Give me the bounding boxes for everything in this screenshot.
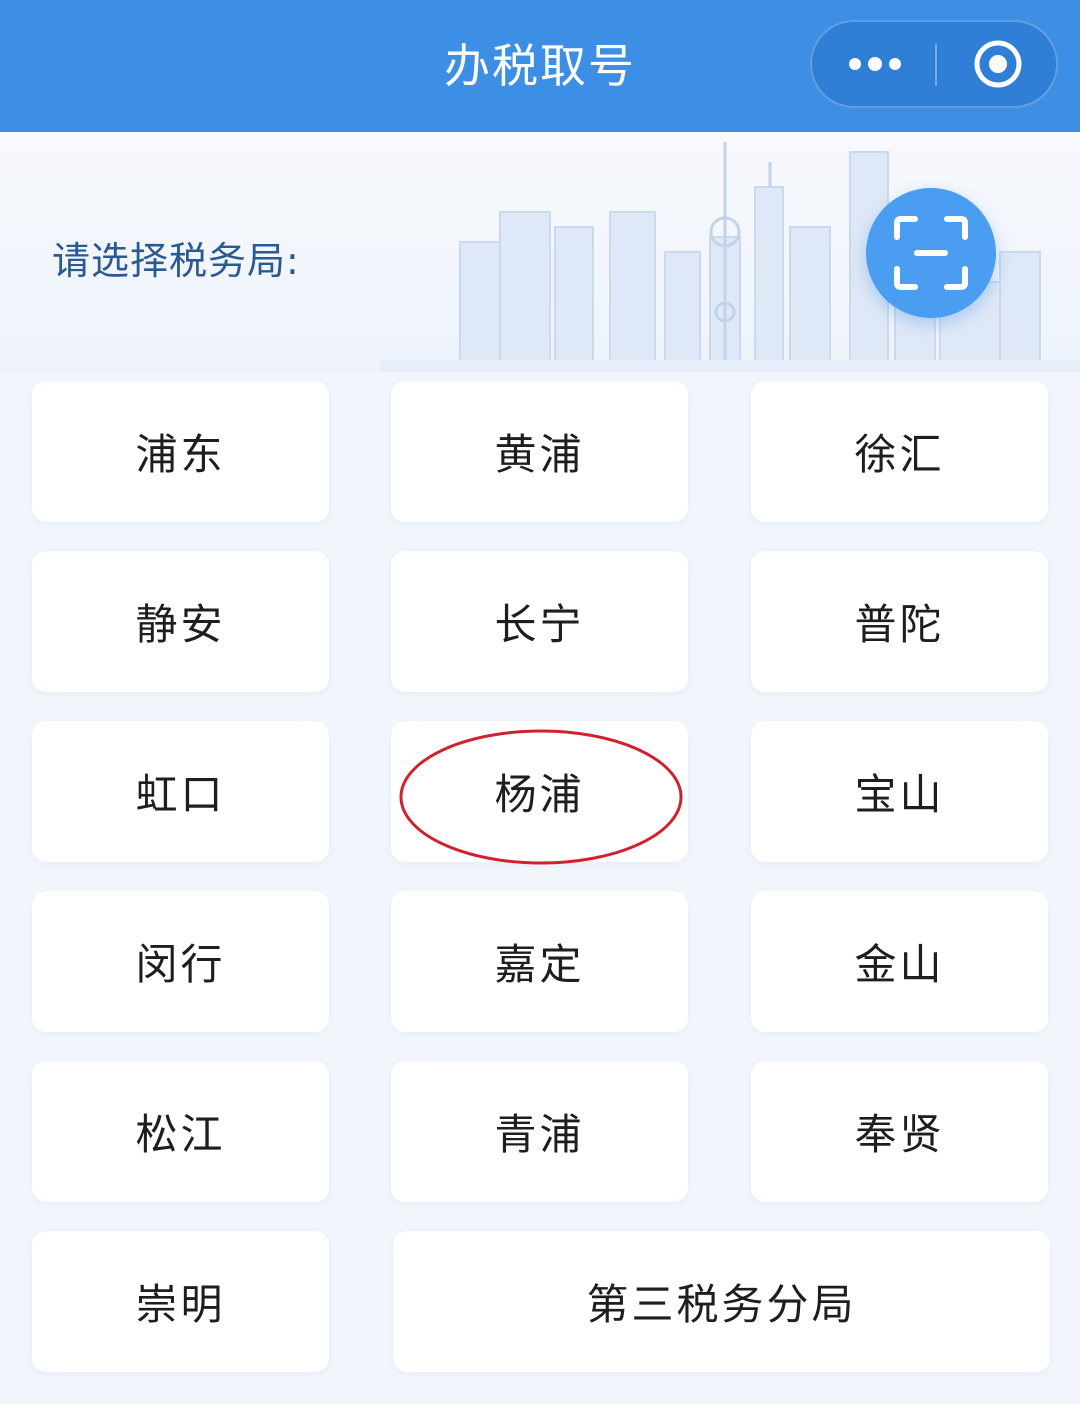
scan-icon — [894, 216, 968, 290]
office-button[interactable]: 第三税务分局 — [393, 1231, 1050, 1372]
office-button[interactable]: 普陀 — [751, 551, 1048, 692]
office-button[interactable]: 宝山 — [751, 721, 1048, 862]
office-button[interactable]: 静安 — [32, 551, 329, 692]
office-button[interactable]: 奉贤 — [751, 1061, 1048, 1202]
office-button[interactable]: 长宁 — [391, 551, 688, 692]
mini-program-capsule — [810, 20, 1058, 108]
office-button[interactable]: 崇明 — [32, 1231, 329, 1372]
close-button[interactable] — [936, 22, 1060, 106]
more-dots-icon — [849, 57, 901, 71]
office-button[interactable]: 虹口 — [32, 721, 329, 862]
office-button[interactable]: 浦东 — [32, 381, 329, 522]
target-circle-icon — [974, 40, 1022, 88]
office-button[interactable]: 嘉定 — [391, 891, 688, 1032]
scan-button[interactable] — [866, 188, 996, 318]
office-button[interactable]: 青浦 — [391, 1061, 688, 1202]
skyline-banner: 请选择税务局: — [0, 132, 1080, 372]
office-button[interactable]: 杨浦 — [391, 721, 688, 862]
office-button[interactable]: 金山 — [751, 891, 1048, 1032]
more-button[interactable] — [812, 22, 936, 106]
title-bar: 办税取号 — [0, 0, 1080, 132]
office-button[interactable]: 黄浦 — [391, 381, 688, 522]
select-office-prompt: 请选择税务局: — [52, 239, 300, 283]
office-button[interactable]: 松江 — [32, 1061, 329, 1202]
office-button[interactable]: 闵行 — [32, 891, 329, 1032]
office-button[interactable]: 徐汇 — [751, 381, 1048, 522]
